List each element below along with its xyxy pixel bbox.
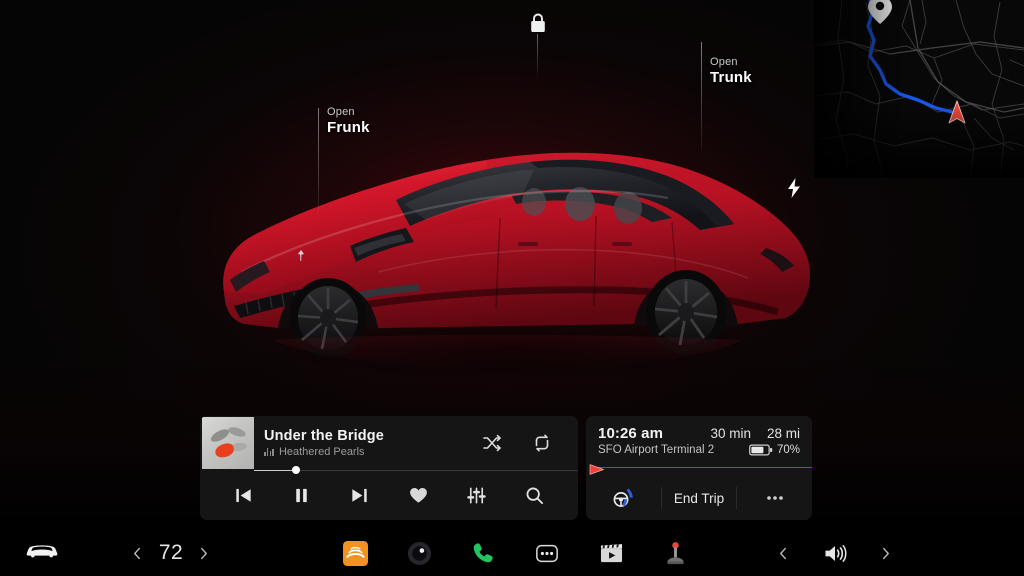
more-dots-icon[interactable] — [534, 540, 560, 566]
trip-more-options-button[interactable] — [737, 476, 812, 520]
climate-temperature-control: 72 — [132, 541, 210, 565]
heart-icon[interactable] — [407, 484, 429, 506]
pause-icon[interactable] — [290, 484, 312, 506]
trunk-target-label: Trunk — [710, 68, 752, 86]
equalizer-icon — [264, 448, 274, 456]
speaker-volume-icon[interactable] — [822, 542, 848, 564]
navigation-map[interactable] — [814, 0, 1024, 178]
media-top-actions — [482, 433, 552, 453]
track-metadata: Under the Bridge Heathered Pearls — [264, 428, 482, 458]
temperature-value[interactable]: 72 — [156, 541, 186, 565]
route-progress-line — [594, 466, 812, 469]
end-trip-label: End Trip — [673, 490, 725, 506]
media-transport-controls — [200, 470, 578, 520]
open-frunk-hotspot[interactable]: Open Frunk — [327, 106, 370, 137]
lightning-bolt-icon[interactable] — [786, 178, 802, 198]
bottom-cards: Under the Bridge Heathered Pearls 10:26 … — [200, 416, 812, 520]
media-player-card[interactable]: Under the Bridge Heathered Pearls — [200, 416, 578, 520]
trunk-leader-line — [701, 42, 702, 150]
lock-leader-line — [537, 34, 538, 79]
album-art[interactable] — [202, 417, 254, 469]
open-trunk-hotspot[interactable]: Open Trunk — [710, 56, 752, 87]
battery-icon — [749, 444, 773, 456]
trip-actions: End Trip — [586, 476, 812, 520]
tesla-touchscreen: Open Frunk Open Trunk Under the Bridge H… — [0, 0, 1024, 576]
previous-track-icon[interactable] — [232, 484, 254, 506]
battery-percent: 70% — [776, 444, 800, 456]
trip-duration: 30 min — [710, 426, 751, 441]
next-track-icon[interactable] — [349, 484, 371, 506]
volume-control — [778, 542, 892, 564]
temp-decrease-button[interactable] — [132, 547, 144, 560]
trip-destination: SFO Airport Terminal 2 — [598, 444, 715, 456]
repeat-icon[interactable] — [532, 433, 552, 453]
shuffle-icon[interactable] — [482, 433, 502, 453]
media-progress-bar[interactable] — [254, 465, 578, 474]
end-trip-button[interactable]: End Trip — [662, 476, 737, 520]
track-title: Under the Bridge — [264, 428, 385, 444]
frunk-leader-line — [318, 108, 319, 213]
route-progress-bar[interactable] — [586, 464, 812, 475]
track-artist: Heathered Pearls — [278, 446, 365, 458]
trip-summary: 10:26 am 30 min 28 mi SFO Airport Termin… — [586, 416, 812, 456]
map-canvas[interactable] — [814, 0, 1024, 178]
navigation-trip-card[interactable]: 10:26 am 30 min 28 mi SFO Airport Termin… — [586, 416, 812, 520]
arrival-time: 10:26 am — [598, 425, 664, 442]
joystick-icon[interactable] — [662, 540, 688, 566]
frunk-target-label: Frunk — [327, 118, 370, 136]
volume-decrease-button[interactable] — [778, 547, 790, 560]
lock-closed-icon[interactable] — [528, 12, 548, 34]
steering-wheel-autopilot-icon[interactable] — [586, 476, 661, 520]
phone-icon[interactable] — [470, 540, 496, 566]
search-icon[interactable] — [524, 484, 546, 506]
more-dots-icon — [766, 496, 783, 500]
taskbar-app-icons — [342, 540, 688, 566]
media-progress-track — [254, 469, 578, 471]
volume-increase-button[interactable] — [880, 547, 892, 560]
equalizer-sliders-icon[interactable] — [465, 484, 487, 506]
video-clapperboard-icon[interactable] — [598, 540, 624, 566]
car-front-icon[interactable] — [26, 542, 58, 564]
temp-increase-button[interactable] — [198, 547, 210, 560]
taskbar: 72 — [0, 530, 1024, 576]
camera-icon[interactable] — [406, 540, 432, 566]
media-progress-knob[interactable] — [292, 465, 301, 474]
battery-status: 70% — [749, 444, 800, 456]
media-progress-fill — [254, 469, 297, 471]
trip-distance: 28 mi — [766, 426, 800, 441]
vehicle-model-y-render[interactable] — [182, 96, 842, 386]
media-now-playing[interactable]: Under the Bridge Heathered Pearls — [200, 416, 578, 474]
frunk-action-label: Open — [327, 106, 355, 118]
trunk-action-label: Open — [710, 56, 738, 68]
audible-icon[interactable] — [342, 540, 368, 566]
